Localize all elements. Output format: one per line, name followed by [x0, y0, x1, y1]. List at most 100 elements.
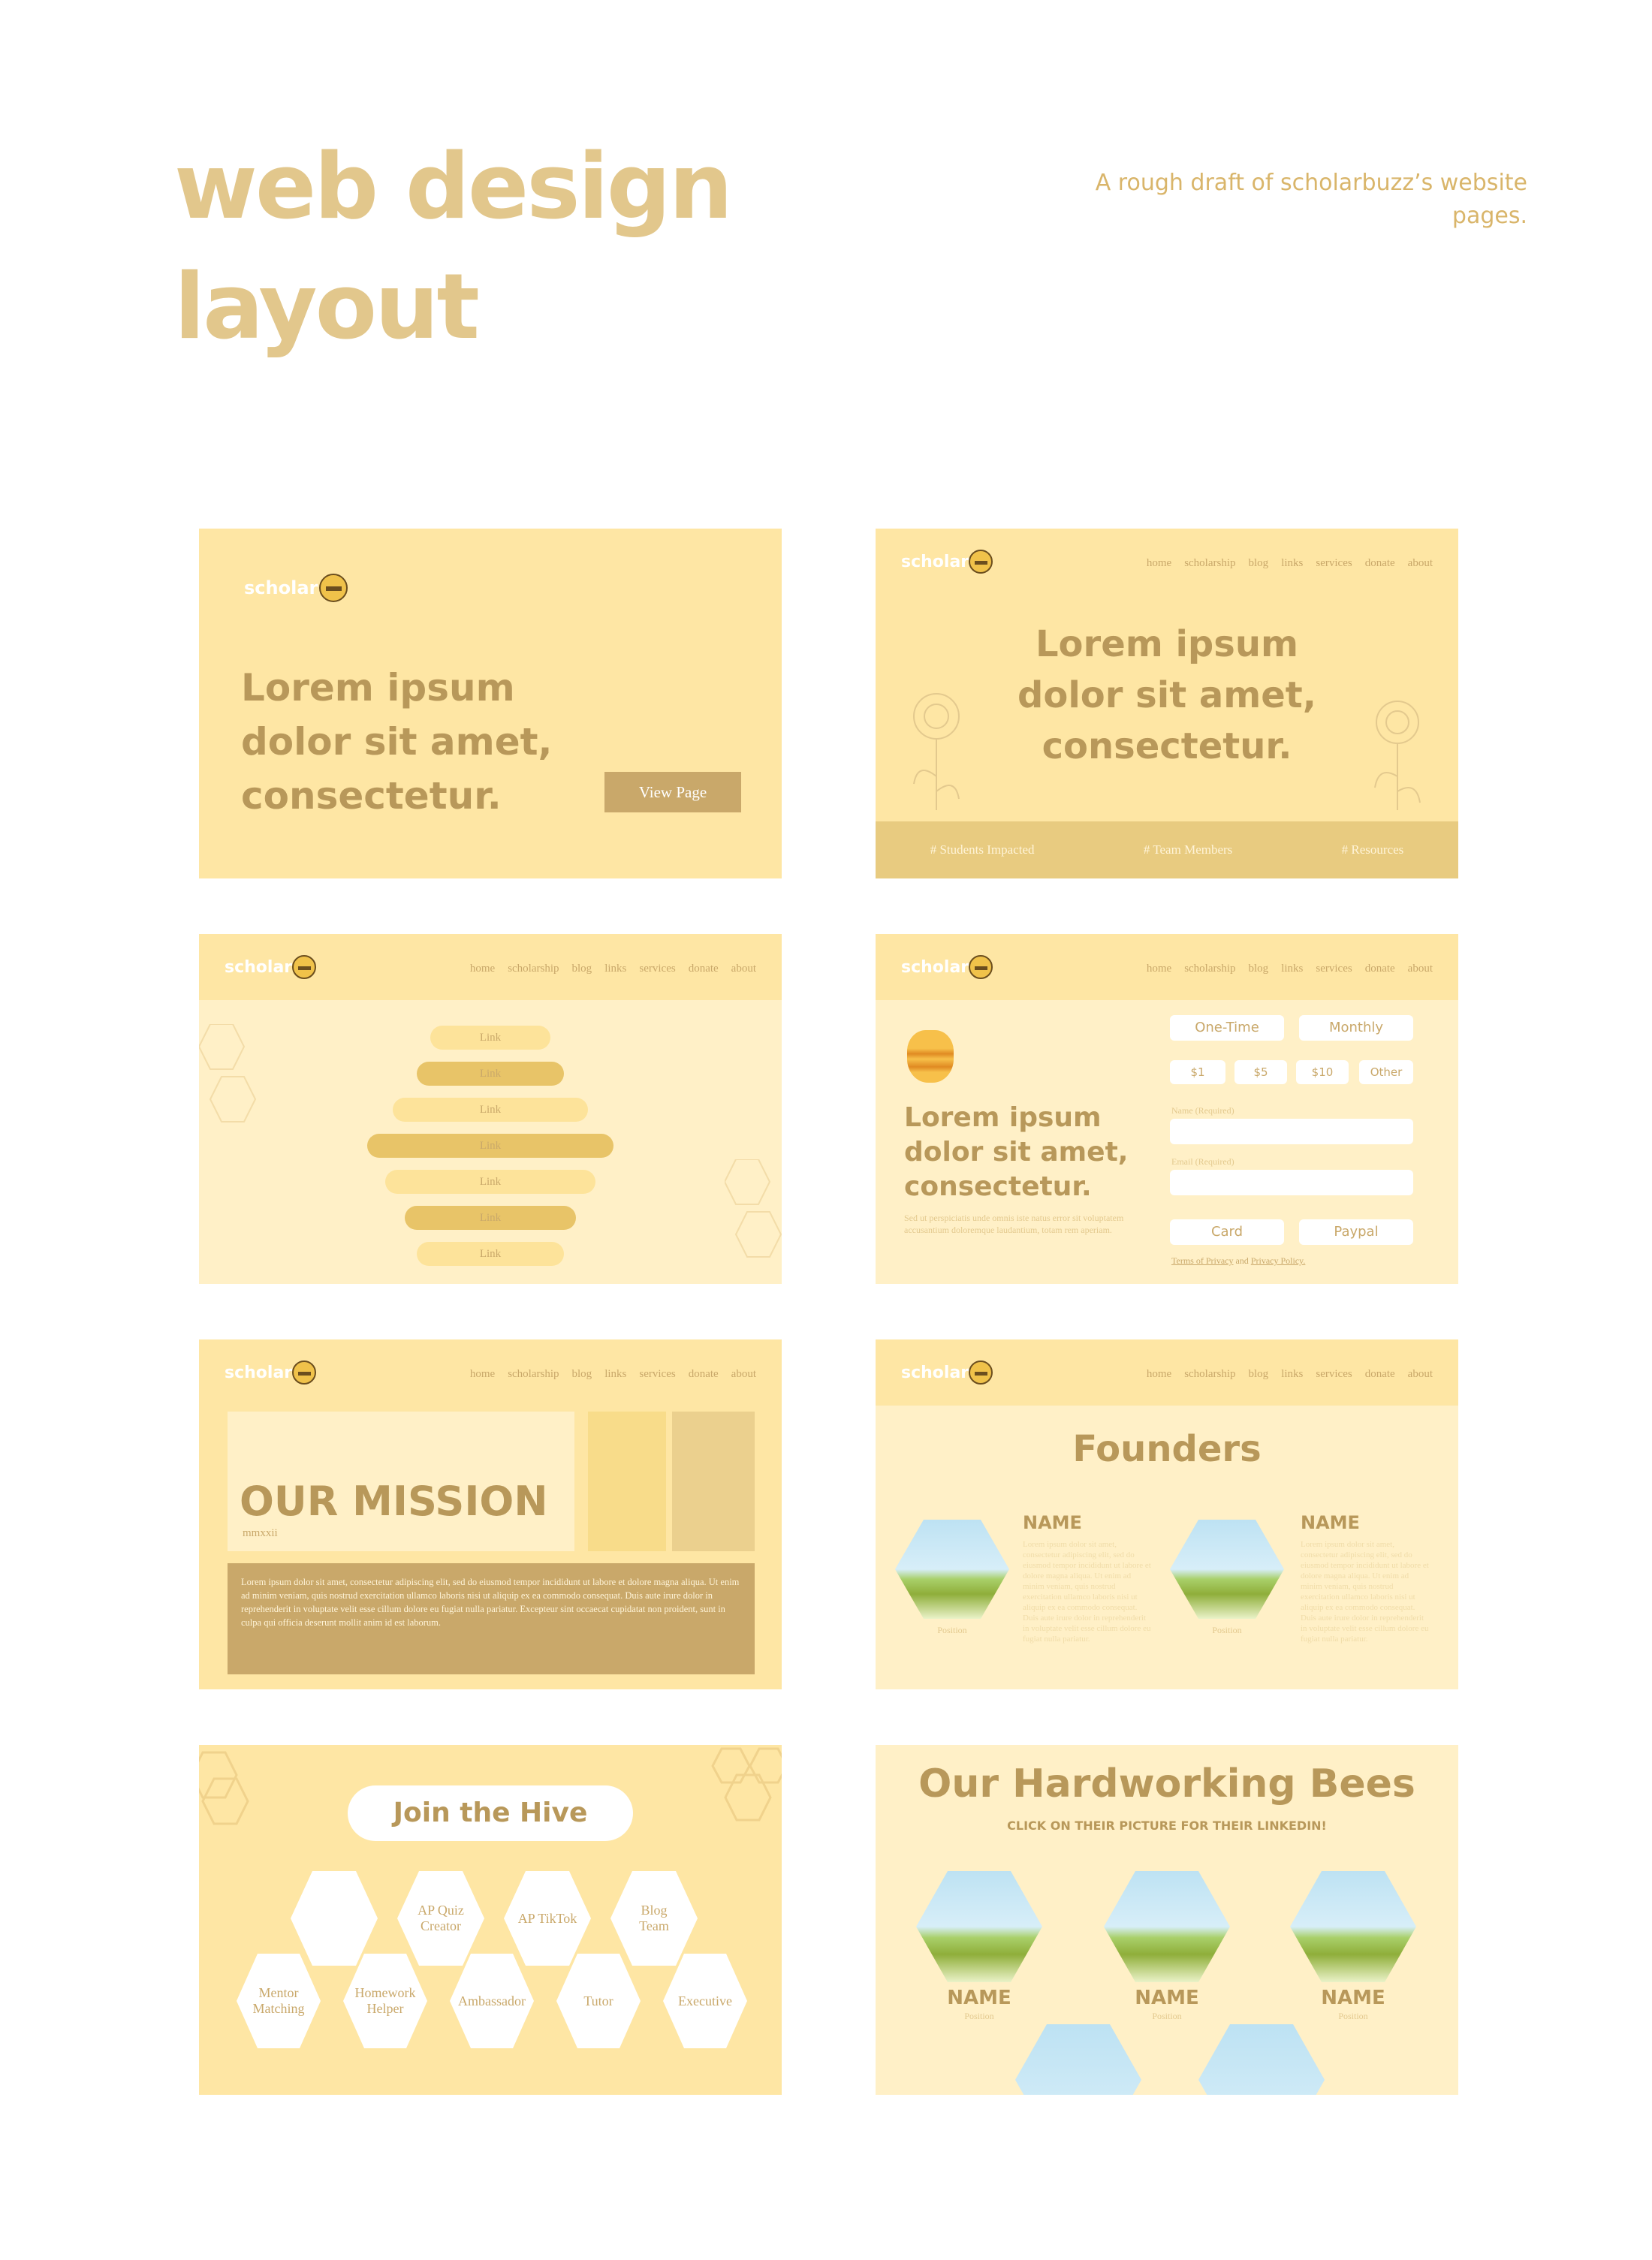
sunflower-icon [913, 693, 960, 810]
role-hex-ap-quiz[interactable]: AP Quiz Creator [397, 1871, 484, 1966]
honey-pot-icon [907, 1030, 954, 1083]
link-pill[interactable]: Link [367, 1134, 613, 1158]
nav-about[interactable]: about [1408, 557, 1433, 570]
card-button[interactable]: Card [1170, 1219, 1284, 1245]
team-page-mockup: Our Hardworking Bees CLICK ON THEIR PICT… [876, 1745, 1458, 2095]
headline-line: Lorem ipsum [1035, 623, 1299, 665]
amount-other-button[interactable]: Other [1359, 1060, 1413, 1084]
logo-text: scholar [901, 552, 969, 571]
nav-blog[interactable]: blog [1249, 963, 1269, 975]
honeycomb-icon [199, 1751, 249, 1825]
honeycomb-icon [725, 1159, 782, 1258]
logo[interactable]: scholar [225, 955, 317, 979]
link-pill[interactable]: Link [393, 1098, 588, 1122]
page-title: web design layout [174, 128, 733, 368]
nav-scholarship[interactable]: scholarship [1184, 963, 1235, 975]
logo[interactable]: scholar [225, 1361, 317, 1385]
link-pill[interactable]: Link [430, 1026, 550, 1050]
member-position: Position [964, 2011, 994, 2021]
nav-donate[interactable]: donate [1365, 963, 1395, 975]
logo-text: scholar [225, 957, 293, 977]
logo[interactable]: scholar [901, 550, 993, 574]
nav-home[interactable]: home [1147, 557, 1171, 570]
nav-links[interactable]: links [604, 963, 626, 975]
link-pill[interactable]: Link [405, 1206, 576, 1230]
nav-about[interactable]: about [1408, 963, 1433, 975]
nav-links[interactable]: links [1281, 1368, 1303, 1381]
stat-team: # Team Members [1143, 842, 1233, 857]
nav-home[interactable]: home [1147, 1368, 1171, 1381]
member-photo[interactable] [1198, 2024, 1325, 2095]
nav-services[interactable]: services [1316, 963, 1352, 975]
role-hex-tutor[interactable]: Tutor [556, 1954, 641, 2048]
logo[interactable]: scholar [244, 574, 348, 602]
nav-donate[interactable]: donate [1365, 557, 1395, 570]
founder-photo[interactable] [1170, 1520, 1284, 1619]
nav-home[interactable]: home [470, 963, 495, 975]
nav-about[interactable]: about [1408, 1368, 1433, 1381]
nav-donate[interactable]: donate [1365, 1368, 1395, 1381]
member-name: NAME [1135, 1987, 1199, 2009]
nav-scholarship[interactable]: scholarship [508, 963, 559, 975]
logo-text: scholar [901, 957, 969, 977]
nav-about[interactable]: about [731, 1368, 756, 1381]
founder-position: Position [1212, 1625, 1242, 1635]
founders-page-mockup: scholar home scholarship blog links serv… [876, 1339, 1458, 1689]
logo[interactable]: scholar [901, 955, 993, 979]
nav-home[interactable]: home [470, 1368, 495, 1381]
amount-10-button[interactable]: $10 [1296, 1060, 1349, 1084]
privacy-note: Terms of Privacy and Privacy Policy. [1171, 1255, 1305, 1267]
nav-menu: home scholarship blog links services don… [1147, 1368, 1433, 1381]
role-hex-blog-team[interactable]: Blog Team [610, 1871, 698, 1966]
name-field[interactable] [1170, 1119, 1413, 1144]
role-hex-ambassador[interactable]: Ambassador [450, 1954, 534, 2048]
amount-5-button[interactable]: $5 [1234, 1060, 1287, 1084]
role-hex[interactable] [291, 1871, 378, 1966]
founder-photo[interactable] [895, 1520, 1009, 1619]
terms-link[interactable]: Terms of Privacy [1171, 1255, 1233, 1266]
nav-scholarship[interactable]: scholarship [1184, 1368, 1235, 1381]
logo[interactable]: scholar [901, 1361, 993, 1385]
member-photo[interactable] [916, 1871, 1042, 1982]
nav-about[interactable]: about [731, 963, 756, 975]
member-position: Position [1338, 2011, 1368, 2021]
link-pill[interactable]: Link [417, 1242, 564, 1266]
nav-scholarship[interactable]: scholarship [508, 1368, 559, 1381]
member-photo[interactable] [1290, 1871, 1416, 1982]
nav-links[interactable]: links [1281, 963, 1303, 975]
nav-blog[interactable]: blog [1249, 557, 1269, 570]
nav-services[interactable]: services [1316, 1368, 1352, 1381]
privacy-link[interactable]: Privacy Policy. [1251, 1255, 1306, 1266]
role-hex-homework[interactable]: Homework Helper [343, 1954, 427, 2048]
nav-blog[interactable]: blog [572, 963, 592, 975]
nav-scholarship[interactable]: scholarship [1184, 557, 1235, 570]
founder-bio: Lorem ipsum dolor sit amet, consectetur … [1301, 1540, 1429, 1644]
nav-home[interactable]: home [1147, 963, 1171, 975]
link-pill[interactable]: Link [417, 1062, 564, 1086]
nav-donate[interactable]: donate [689, 963, 719, 975]
nav-donate[interactable]: donate [689, 1368, 719, 1381]
role-hex-mentor[interactable]: Mentor Matching [237, 1954, 321, 2048]
role-hex-executive[interactable]: Executive [663, 1954, 747, 2048]
headline-line: Lorem ipsum [904, 1102, 1102, 1133]
role-hex-ap-tiktok[interactable]: AP TikTok [504, 1871, 591, 1966]
nav-blog[interactable]: blog [1249, 1368, 1269, 1381]
email-field[interactable] [1170, 1170, 1413, 1195]
member-photo[interactable] [1015, 2024, 1141, 2095]
logo-text: scholar [225, 1363, 293, 1382]
nav-services[interactable]: services [1316, 557, 1352, 570]
donate-page-mockup: scholar home scholarship blog links serv… [876, 934, 1458, 1284]
mission-page-mockup: scholar home scholarship blog links serv… [199, 1339, 782, 1689]
amount-1-button[interactable]: $1 [1170, 1060, 1225, 1084]
nav-links[interactable]: links [604, 1368, 626, 1381]
nav-services[interactable]: services [639, 963, 675, 975]
paypal-button[interactable]: Paypal [1299, 1219, 1413, 1245]
nav-blog[interactable]: blog [572, 1368, 592, 1381]
one-time-button[interactable]: One-Time [1170, 1015, 1284, 1041]
nav-services[interactable]: services [639, 1368, 675, 1381]
nav-links[interactable]: links [1281, 557, 1303, 570]
view-page-button[interactable]: View Page [604, 772, 741, 812]
link-pill[interactable]: Link [385, 1170, 595, 1194]
monthly-button[interactable]: Monthly [1299, 1015, 1413, 1041]
member-photo[interactable] [1104, 1871, 1230, 1982]
